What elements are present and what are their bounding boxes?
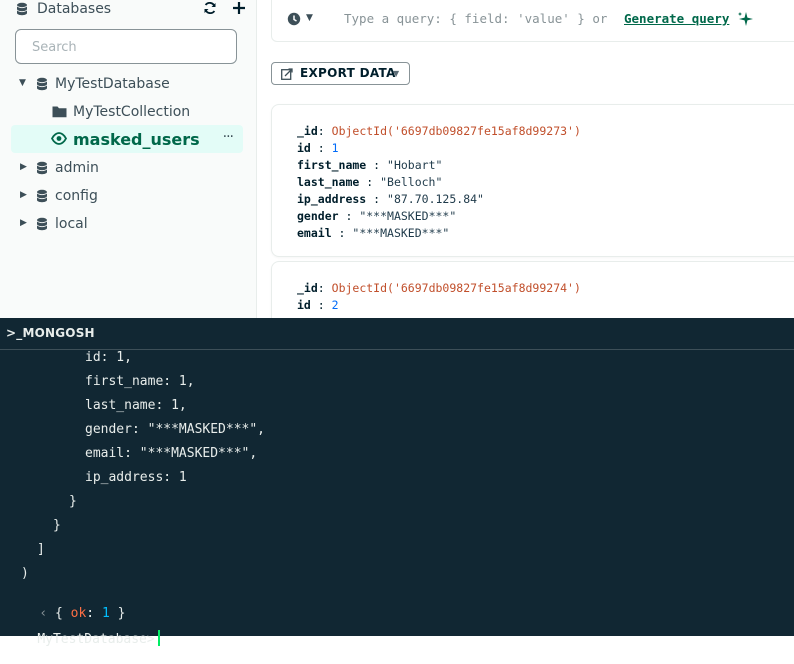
export-icon	[281, 68, 293, 80]
caret-right-icon[interactable]: ▶	[20, 218, 27, 228]
document-field: email : "***MASKED***"	[297, 226, 450, 240]
tree-item-label: admin	[55, 160, 99, 176]
tree-item-mytestcollection[interactable]: MyTestCollection	[0, 98, 256, 126]
document-field: last_name : "Belloch"	[297, 175, 443, 189]
shell-prompt-line[interactable]: MyTestDatabase>	[6, 614, 160, 664]
caret-down-icon: ▼	[393, 69, 400, 78]
shell-output-line: }	[53, 518, 61, 533]
chevron-down-icon[interactable]: ▼	[306, 13, 313, 23]
tree-item-admin[interactable]: ▶ admin	[0, 154, 256, 182]
shell-prompt: MyTestDatabase>	[37, 632, 155, 647]
search-input[interactable]	[30, 39, 234, 56]
document-field: ip_address : "87.70.125.84"	[297, 192, 484, 206]
tree-item-label: config	[55, 188, 98, 204]
generate-query-link[interactable]: Generate query	[624, 11, 729, 26]
query-input-placeholder[interactable]: Type a query: { field: 'value' } or	[344, 11, 607, 26]
shell-output-line: gender: "***MASKED***",	[85, 422, 266, 437]
document-field: _id: ObjectId('6697db09827fe15af8d99274'…	[297, 281, 581, 295]
shell-output-line: first_name: 1,	[85, 374, 195, 389]
document-field: _id: ObjectId('6697db09827fe15af8d99273'…	[297, 124, 581, 138]
export-data-button[interactable]: EXPORT DATA ▼	[271, 62, 410, 85]
document-field: gender : "***MASKED***"	[297, 209, 457, 223]
tree-item-label: local	[55, 216, 88, 232]
shell-output-line: id: 1,	[85, 350, 132, 365]
search-field[interactable]	[15, 29, 237, 64]
eye-icon	[51, 132, 67, 145]
document-field: first_name : "Hobart"	[297, 158, 443, 172]
shell-header[interactable]: >_MONGOSH	[0, 318, 794, 350]
database-icon	[37, 77, 47, 91]
shell-output-line: }	[69, 494, 77, 509]
shell-cursor[interactable]	[157, 630, 160, 646]
database-icon	[37, 217, 47, 231]
database-icon	[17, 2, 27, 16]
shell-output-line: last_name: 1,	[85, 398, 187, 413]
sidebar: Databases ▼ MyTestDatabase MyTestCollect…	[0, 0, 257, 318]
more-options-icon[interactable]: ···	[223, 129, 234, 145]
database-icon	[37, 161, 47, 175]
document-card[interactable]: _id: ObjectId('6697db09827fe15af8d99273'…	[271, 104, 794, 257]
tree-item-label: masked_users	[73, 130, 200, 149]
caret-right-icon[interactable]: ▶	[20, 162, 27, 172]
document-field: id : 1	[297, 141, 339, 155]
query-bar[interactable]: ▼ Type a query: { field: 'value' } or Ge…	[271, 0, 794, 42]
shell-output-line: ip_address: 1	[85, 470, 187, 485]
caret-right-icon[interactable]: ▶	[20, 190, 27, 200]
tree-item-mytestdatabase[interactable]: ▼ MyTestDatabase	[0, 70, 256, 98]
database-icon	[37, 189, 47, 203]
tree-item-local[interactable]: ▶ local	[0, 210, 256, 238]
folder-icon	[52, 106, 67, 118]
tree-item-config[interactable]: ▶ config	[0, 182, 256, 210]
export-data-label: EXPORT DATA	[300, 66, 396, 80]
mongosh-shell[interactable]: >_MONGOSH id: 1, first_name: 1, last_nam…	[0, 318, 794, 647]
tree-item-label: MyTestDatabase	[55, 76, 170, 92]
shell-output-line: ]	[37, 542, 45, 557]
query-history-icon[interactable]	[287, 12, 301, 26]
shell-output-line: email: "***MASKED***",	[85, 446, 258, 461]
add-database-icon[interactable]	[232, 0, 246, 16]
caret-down-icon[interactable]: ▼	[19, 78, 26, 88]
shell-title[interactable]: >_MONGOSH	[6, 326, 95, 340]
sidebar-title: Databases	[37, 1, 112, 17]
shell-output-line: )	[21, 566, 29, 581]
sidebar-header: Databases	[0, 0, 256, 20]
sparkle-icon[interactable]	[737, 11, 753, 27]
tree-item-label: MyTestCollection	[73, 104, 191, 120]
document-field: id : 2	[297, 298, 339, 312]
tree-item-masked-users[interactable]: masked_users ···	[11, 125, 243, 153]
refresh-icon[interactable]	[203, 1, 217, 15]
